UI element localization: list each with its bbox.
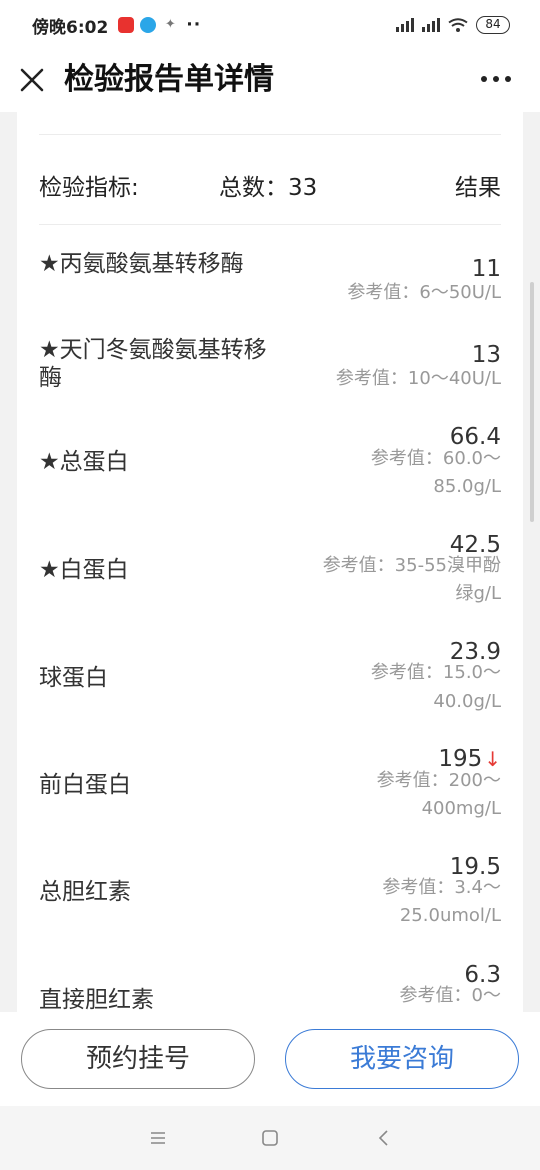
test-name: ★白蛋白 [39, 557, 129, 583]
app-notification-icon [118, 17, 135, 33]
consult-button[interactable]: 我要咨询 [285, 1029, 519, 1089]
test-reference: 40.0g/L [433, 691, 501, 712]
test-reference: 25.0umol/L [399, 905, 501, 926]
system-nav-bar [0, 1106, 540, 1170]
test-reference: 绿g/L [455, 583, 501, 604]
indicator-total: 总数：33 [219, 175, 318, 201]
test-reference: 参考值：6～50U/L [347, 282, 501, 303]
test-name: ★天门冬氨酸氨基转移酶 [39, 337, 267, 391]
divider [39, 224, 501, 225]
report-card: 检验指标: 总数：33 结果 ★丙氨酸氨基转移酶 11 参考值：6～50U/L … [17, 112, 523, 1012]
back-icon[interactable] [374, 1128, 394, 1148]
test-reference: 参考值：60.0～ [370, 448, 501, 469]
signal-icon [396, 18, 414, 32]
test-reference: 参考值：35-55溴甲酚 [322, 555, 501, 576]
menu-icon[interactable] [148, 1128, 168, 1148]
squirrel-icon: ✦ [164, 17, 176, 32]
page-title: 检验报告单详情 [64, 62, 274, 97]
app-notification-icon [140, 17, 157, 33]
test-reference: 参考值：15.0～ [370, 662, 501, 683]
action-bar: 预约挂号 我要咨询 [0, 1012, 540, 1106]
battery-icon: 84 [476, 16, 510, 34]
status-time: 傍晚6:02 [32, 17, 109, 38]
test-name: 前白蛋白 [39, 772, 131, 798]
report-content[interactable]: 检验指标: 总数：33 结果 ★丙氨酸氨基转移酶 11 参考值：6～50U/L … [0, 112, 540, 1012]
test-reference: 参考值：10～40U/L [335, 368, 501, 389]
scrollbar[interactable] [530, 282, 534, 522]
home-icon[interactable] [260, 1128, 280, 1148]
summary-row: 检验指标: 总数：33 结果 [39, 168, 501, 208]
test-name: 直接胆红素 [39, 987, 154, 1012]
test-name: ★总蛋白 [39, 449, 129, 475]
test-reference: 参考值：0～ [399, 985, 501, 1006]
notification-icons: ✦ [118, 17, 178, 33]
test-reference: 85.0g/L [433, 476, 501, 497]
more-notifications: ·· [186, 15, 202, 35]
system-indicators: 84 [396, 16, 510, 34]
test-reference: 400mg/L [421, 798, 501, 819]
divider [39, 134, 501, 135]
status-bar: 傍晚6:02 ✦ ·· 84 [0, 0, 540, 50]
indicator-label: 检验指标: [39, 175, 139, 201]
test-name: ★丙氨酸氨基转移酶 [39, 251, 244, 277]
close-icon[interactable] [18, 66, 46, 94]
test-reference: 参考值：3.4～ [382, 877, 501, 898]
test-name: 球蛋白 [39, 665, 108, 691]
title-bar: 检验报告单详情 [0, 50, 540, 112]
more-options-icon[interactable] [480, 68, 512, 90]
result-label: 结果 [455, 175, 501, 201]
test-reference: 参考值：200～ [376, 770, 501, 791]
signal-icon [422, 18, 440, 32]
test-name: 总胆红素 [39, 879, 131, 905]
wifi-icon [448, 18, 468, 32]
book-appointment-button[interactable]: 预约挂号 [21, 1029, 255, 1089]
